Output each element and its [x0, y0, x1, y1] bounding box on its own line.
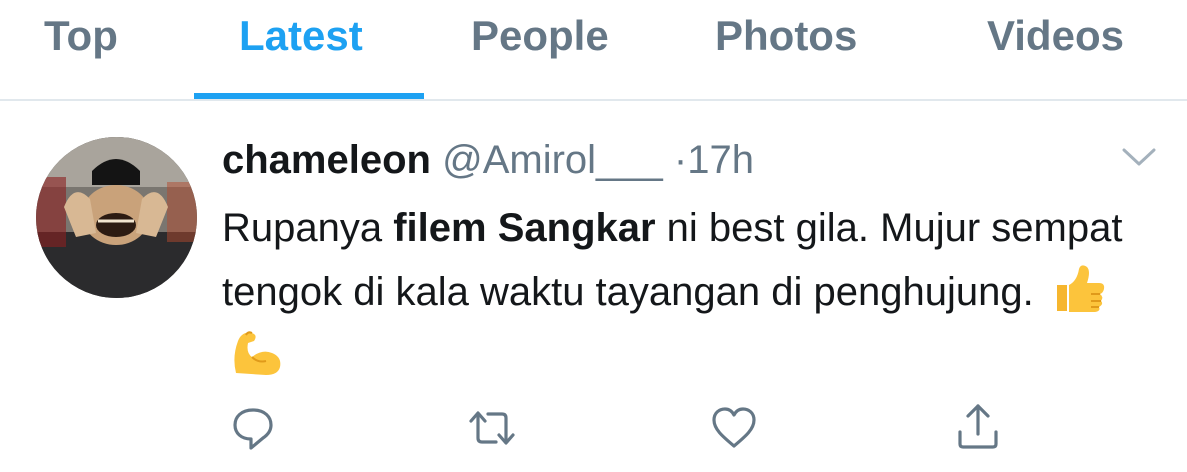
- tab-videos[interactable]: Videos: [987, 12, 1124, 60]
- tab-photos[interactable]: Photos: [715, 12, 857, 60]
- avatar-image: [36, 137, 197, 298]
- tweet-text: Rupanya filem Sangkar ni best gila. Muju…: [222, 196, 1162, 388]
- tab-people[interactable]: People: [471, 12, 609, 60]
- reply-icon[interactable]: [223, 398, 283, 458]
- like-icon[interactable]: [704, 398, 764, 458]
- avatar[interactable]: [36, 137, 197, 298]
- flexed-biceps-emoji: [228, 327, 284, 379]
- tab-latest[interactable]: Latest: [239, 12, 363, 60]
- tab-divider: [0, 99, 1187, 101]
- tab-top[interactable]: Top: [44, 12, 118, 60]
- tweet-text-bold: filem Sangkar: [393, 206, 656, 250]
- tweet-actions: [0, 398, 1187, 458]
- separator-dot: ·: [673, 138, 688, 182]
- user-handle[interactable]: @Amirol___: [442, 138, 663, 182]
- retweet-icon[interactable]: [462, 398, 522, 458]
- display-name[interactable]: chameleon: [222, 138, 431, 182]
- search-results-page: Top Latest People Photos Videos chameleo…: [0, 0, 1187, 472]
- thumbs-up-emoji: [1051, 263, 1107, 315]
- search-tabs: Top Latest People Photos Videos: [0, 0, 1187, 99]
- share-icon[interactable]: [948, 398, 1008, 458]
- timestamp[interactable]: 17h: [687, 138, 754, 182]
- tweet-header: chameleon @Amirol___ ·17h: [222, 132, 754, 188]
- tweet-text-part1: Rupanya: [222, 206, 394, 250]
- chevron-down-icon[interactable]: [1112, 140, 1166, 174]
